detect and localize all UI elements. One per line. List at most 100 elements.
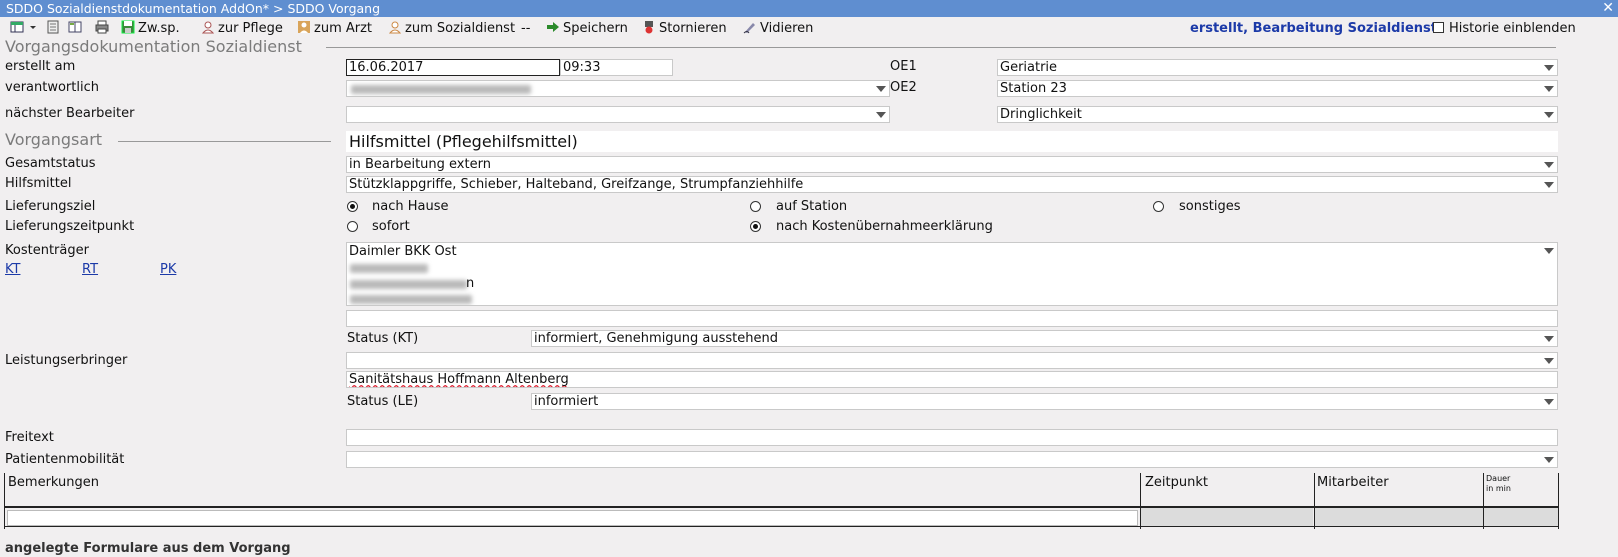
bemerkung-input[interactable] <box>7 510 1138 526</box>
oe2-select[interactable]: Station 23 <box>997 80 1558 97</box>
kostentraeger-select[interactable]: Daimler BKK Ost n <box>346 242 1558 306</box>
radio-nach-kostenuebernahme[interactable] <box>750 221 761 232</box>
toolbar-separator: -- <box>521 21 531 36</box>
col-header-mitarbeiter: Mitarbeiter <box>1317 475 1389 490</box>
verantwortlich-select[interactable] <box>346 80 890 97</box>
zeitpunkt-cell <box>1141 508 1313 526</box>
gesamtstatus-select[interactable]: in Bearbeitung extern <box>346 156 1558 173</box>
oe2-label: OE2 <box>890 80 917 95</box>
section-title-vorgangsart: Vorgangsart <box>5 130 103 149</box>
vorgangsart-field[interactable]: Hilfsmittel (Pflegehilfsmittel) <box>346 131 1558 152</box>
zum-arzt-label: zum Arzt <box>314 21 373 36</box>
radio-auf-station-label: auf Station <box>776 199 848 214</box>
bemerkungen-table: Bemerkungen Zeitpunkt Mitarbeiter Dauer … <box>4 473 1559 529</box>
erstellt-time-field[interactable]: 09:33 <box>560 59 673 76</box>
historie-label: Historie einblenden <box>1449 21 1576 36</box>
toolbar: Zw.sp. zur Pflege zum Arzt zum Sozialdie… <box>0 17 1618 39</box>
kostentraeger-extra-field[interactable] <box>346 310 1558 327</box>
zur-pflege-label: zur Pflege <box>218 21 283 36</box>
section-title-vorgangsdokumentation: Vorgangsdokumentation Sozialdienst <box>5 37 302 56</box>
kostentraeger-partial-text: n <box>466 276 475 291</box>
print-icon[interactable] <box>95 20 112 37</box>
dropdown-arrow-icon[interactable] <box>29 20 37 37</box>
doctor-icon <box>298 21 310 33</box>
leistungserbringer-select[interactable] <box>346 352 1558 369</box>
radio-sonstiges[interactable] <box>1153 201 1164 212</box>
status-le-label: Status (LE) <box>347 394 419 409</box>
radio-sonstiges-label: sonstiges <box>1179 199 1241 214</box>
gesamtstatus-label: Gesamtstatus <box>5 156 96 171</box>
stornieren-button[interactable]: Stornieren <box>642 20 727 37</box>
redacted-city-line <box>350 280 467 289</box>
link-rt[interactable]: RT <box>82 262 98 277</box>
hilfsmittel-label: Hilfsmittel <box>5 176 72 191</box>
dringlichkeit-select[interactable]: Dringlichkeit <box>997 106 1558 123</box>
zum-arzt-button[interactable]: zum Arzt <box>297 20 372 37</box>
erstellt-label: erstellt am <box>5 59 76 74</box>
section-divider <box>326 47 1556 48</box>
section-divider <box>118 141 331 142</box>
leistungserbringer-name-field[interactable]: Sanitätshaus Hoffmann Altenberg <box>346 371 1558 388</box>
verantwortlich-label: verantwortlich <box>5 80 99 95</box>
kostentraeger-name: Daimler BKK Ost <box>349 244 457 259</box>
col-header-dauer: Dauer in min <box>1486 474 1511 494</box>
window-title-bar: SDDO Sozialdienstdokumentation AddOn* > … <box>0 0 1618 17</box>
footer-heading: angelegte Formulare aus dem Vorgang <box>5 541 291 556</box>
dauer-line1: Dauer <box>1486 474 1511 483</box>
leistungserbringer-name: Sanitätshaus Hoffmann Altenberg <box>349 372 569 387</box>
status-badge: erstellt, Bearbeitung Sozialdienst <box>1190 21 1437 36</box>
radio-auf-station[interactable] <box>750 201 761 212</box>
radio-sofort[interactable] <box>347 221 358 232</box>
zum-sozialdienst-button[interactable]: zum Sozialdienst <box>388 20 515 37</box>
zur-pflege-button[interactable]: zur Pflege <box>201 20 283 37</box>
redacted-name <box>351 85 531 94</box>
zwsp-label: Zw.sp. <box>138 21 180 36</box>
freitext-label: Freitext <box>5 430 54 445</box>
table-view-icon[interactable] <box>10 20 27 37</box>
radio-sofort-label: sofort <box>372 219 410 234</box>
col-header-zeitpunkt: Zeitpunkt <box>1145 475 1208 490</box>
historie-checkbox[interactable] <box>1433 22 1444 33</box>
vidieren-button[interactable]: Vidieren <box>743 20 813 37</box>
zwischenspeichern-button[interactable]: Zw.sp. <box>121 20 180 37</box>
oe1-label: OE1 <box>890 59 917 74</box>
leistungserbringer-label: Leistungserbringer <box>5 353 128 368</box>
radio-nach-kostenuebernahme-label: nach Kostenübernahmeerklärung <box>776 219 993 234</box>
redacted-phone-line <box>350 295 472 304</box>
social-worker-icon <box>388 21 402 34</box>
oe1-select[interactable]: Geriatrie <box>997 59 1558 76</box>
mobilitaet-select[interactable] <box>346 451 1558 468</box>
dauer-cell <box>1484 508 1558 526</box>
speichern-button[interactable]: Speichern <box>546 20 628 37</box>
radio-nach-hause-label: nach Hause <box>372 199 449 214</box>
link-pk[interactable]: PK <box>160 262 176 277</box>
window-title: SDDO Sozialdienstdokumentation AddOn* > … <box>6 1 381 16</box>
historie-toggle[interactable]: Historie einblenden <box>1433 20 1576 37</box>
save-arrow-icon <box>547 22 559 32</box>
redacted-address-line <box>350 264 428 273</box>
lieferungszeitpunkt-label: Lieferungszeitpunkt <box>5 219 135 234</box>
save-disk-icon <box>121 20 135 34</box>
book-icon[interactable] <box>68 20 85 37</box>
zum-sozialdienst-label: zum Sozialdienst <box>405 21 516 36</box>
speichern-label: Speichern <box>563 21 628 36</box>
naechster-label: nächster Bearbeiter <box>5 106 135 121</box>
link-kt[interactable]: KT <box>5 262 20 277</box>
mobilitaet-label: Patientenmobilität <box>5 452 125 467</box>
status-le-select[interactable]: informiert <box>531 393 1558 410</box>
freitext-field[interactable] <box>346 429 1558 446</box>
hilfsmittel-select[interactable]: Stützklappgriffe, Schieber, Halteband, G… <box>346 176 1558 193</box>
close-icon[interactable]: ✕ <box>1602 0 1614 17</box>
lieferungsziel-label: Lieferungsziel <box>5 199 96 214</box>
notes-icon[interactable] <box>46 20 63 37</box>
table-row[interactable] <box>5 508 1558 527</box>
nurse-icon <box>201 21 215 34</box>
col-header-bemerkungen: Bemerkungen <box>8 475 100 490</box>
erstellt-date-field[interactable]: 16.06.2017 <box>346 59 560 76</box>
status-kt-select[interactable]: informiert, Genehmigung ausstehend <box>531 330 1558 347</box>
stornieren-label: Stornieren <box>659 21 727 36</box>
naechster-select[interactable] <box>346 106 890 123</box>
radio-nach-hause[interactable] <box>347 201 358 212</box>
dauer-line2: in min <box>1486 484 1511 493</box>
status-kt-label: Status (KT) <box>347 331 419 346</box>
